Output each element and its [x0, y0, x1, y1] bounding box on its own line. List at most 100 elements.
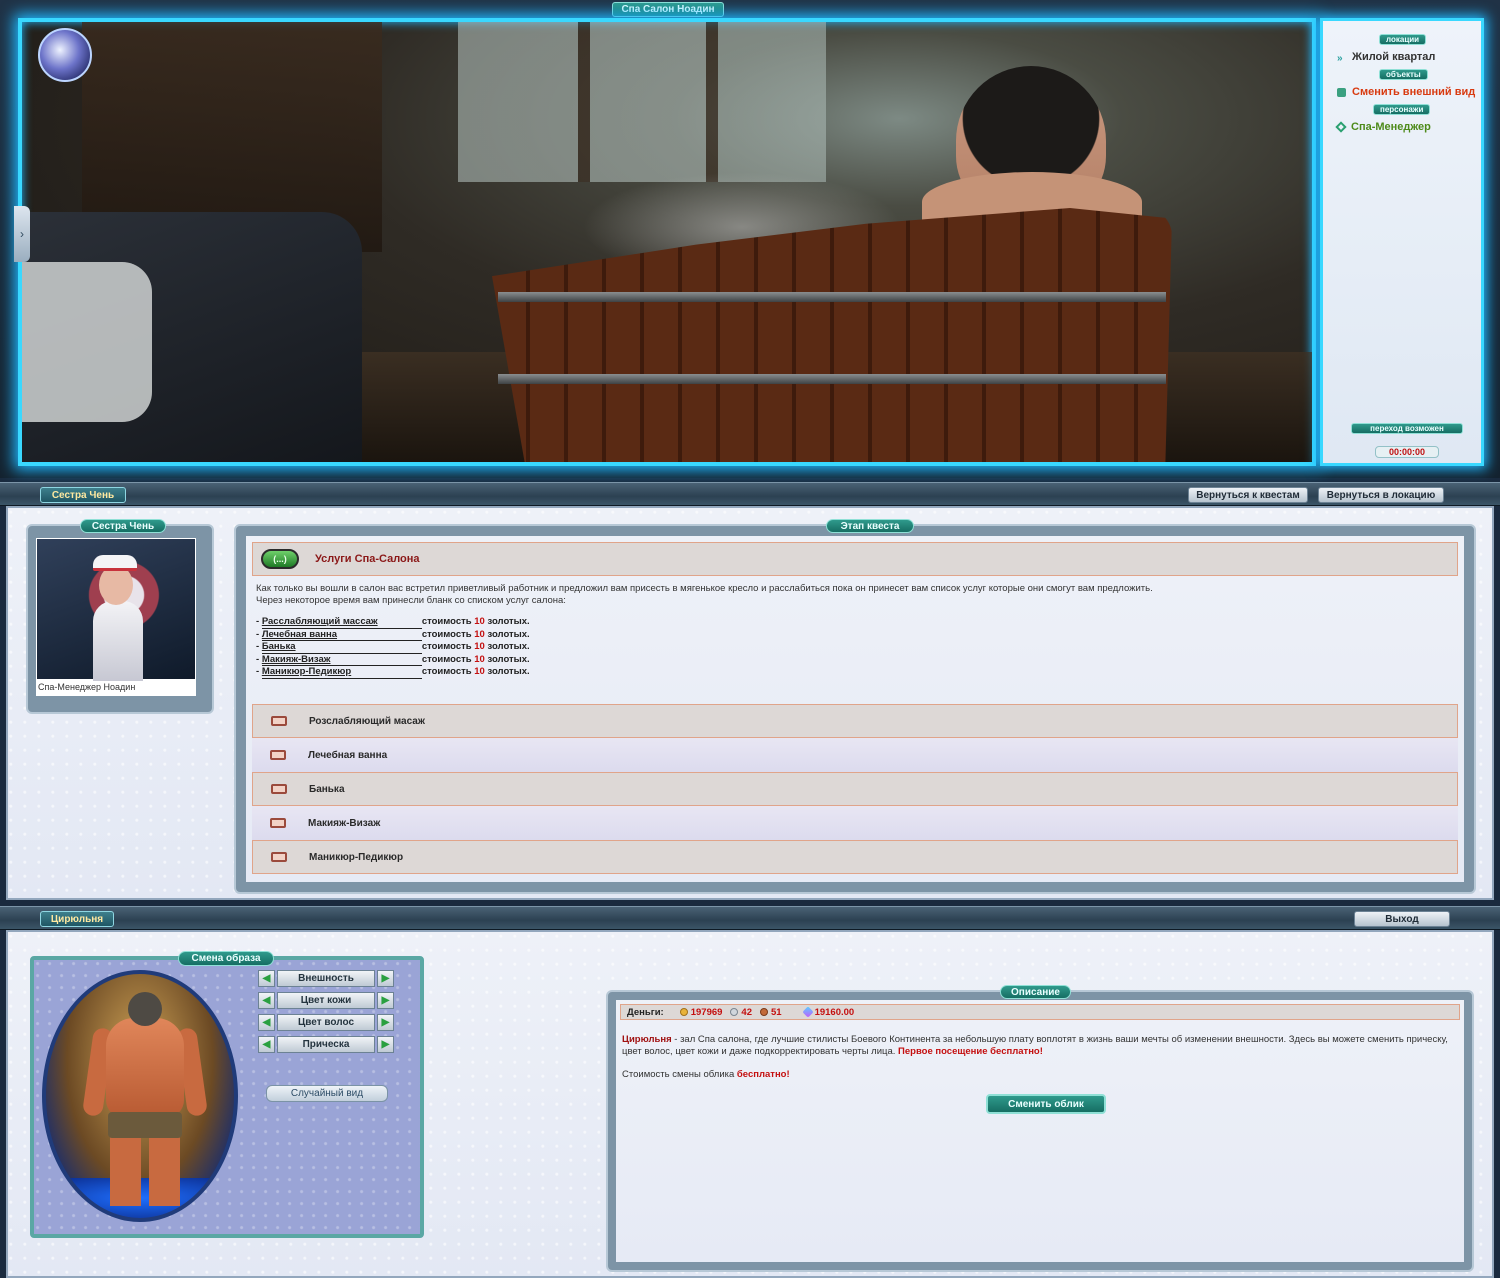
quest-title-row: (...) Услуги Спа-Салона	[252, 542, 1458, 576]
back-to-quests-button[interactable]: Вернуться к квестам	[1188, 487, 1308, 503]
random-look-button[interactable]: Случайный вид	[266, 1085, 388, 1102]
character-item-spa-manager[interactable]: Спа-Менеджер	[1335, 121, 1431, 133]
description-content: Деньги: 197969 42 51 19160.00 Цирюльня -…	[616, 1000, 1464, 1262]
quest-bar-title: Сестра Чень	[40, 487, 126, 503]
locations-panel: локации » Жилой квартал объекты Сменить …	[1320, 18, 1484, 466]
characters-header: персонажи	[1373, 104, 1431, 115]
quest-choice-label: Лечебная ванна	[308, 749, 388, 761]
service-cost-amount: 10	[474, 616, 485, 627]
service-cost-prefix: стоимость	[421, 653, 472, 665]
appearance-option-row: ◀ Цвет кожи ▶	[258, 992, 394, 1009]
barber-bar: Цирюльня Выход	[0, 906, 1500, 930]
service-name[interactable]: Макияж-Визаж	[261, 654, 422, 666]
scroll-icon	[270, 750, 286, 760]
service-cost-prefix: стоимость	[421, 666, 472, 677]
appearance-option-label: Цвет волос	[277, 1014, 375, 1031]
service-line: - Макияж-Визаж стоимость 10 золотых.	[256, 653, 1458, 666]
quest-choices: Розслабляющий масаж Лечебная ванна Банька М…	[252, 704, 1458, 874]
objects-header: объекты	[1379, 69, 1428, 80]
map-orb-icon[interactable]	[38, 28, 92, 82]
transition-status: переход возможен	[1351, 423, 1463, 434]
appearance-option-label: Прическа	[277, 1036, 375, 1053]
scene-area: Спа Салон Ноадин › локации » Жилой кварт…	[0, 0, 1500, 478]
scroll-icon	[271, 852, 287, 862]
npc-card: Сестра Чень Спа-Менеджер Ноадин	[26, 519, 214, 714]
service-line: - Лечебная ванна стоимость 10 золотых.	[256, 628, 1458, 641]
service-cost-amount: 10	[474, 653, 485, 665]
character-shorts	[108, 1112, 182, 1138]
quest-choice[interactable]: Макияж-Визаж	[252, 806, 1458, 840]
character-item-label: Спа-Менеджер	[1351, 121, 1431, 133]
service-name[interactable]: Маникюр-Педикюр	[261, 666, 422, 679]
change-look-button[interactable]: Сменить облик	[986, 1094, 1106, 1114]
description-panel: Описание Деньги: 197969 42 51 19160.00 Ц…	[606, 985, 1474, 1272]
first-visit-note: Первое посещение бесплатно!	[898, 1045, 1043, 1057]
service-cost-amount: 10	[474, 641, 485, 652]
barber-name: Цирюльня	[622, 1034, 672, 1045]
arrow-left-icon[interactable]: ◀	[258, 992, 275, 1009]
price-line: Стоимость смены облика бесплатно!	[620, 1069, 1460, 1080]
appearance-option-label: Внешность	[277, 970, 375, 987]
quest-text-line: Как только вы вошли в салон вас встретил…	[256, 583, 1153, 594]
arrow-icon: »	[1337, 52, 1343, 64]
npc-portrait[interactable]	[36, 538, 196, 681]
arrow-left-icon[interactable]: ◀	[258, 970, 275, 987]
gold-amount: 197969	[679, 1007, 722, 1018]
service-cost-prefix: стоимость	[421, 641, 472, 652]
quest-choice[interactable]: Банька	[252, 772, 1458, 806]
exit-button[interactable]: Выход	[1354, 911, 1450, 927]
gold-coin-icon	[679, 1008, 688, 1016]
door-icon	[1337, 87, 1346, 97]
appearance-option-row: ◀ Цвет волос ▶	[258, 1014, 394, 1031]
silver-coin-icon	[730, 1008, 739, 1016]
scroll-icon	[271, 784, 287, 794]
location-item-residential[interactable]: » Жилой квартал	[1337, 51, 1435, 64]
quest-choice[interactable]: Розслабляющий масаж	[252, 704, 1458, 738]
service-cost-amount: 10	[474, 628, 485, 640]
barber-description: Цирюльня - зал Спа салона, где лучшие ст…	[620, 1034, 1460, 1057]
quest-choice-label: Банька	[309, 783, 345, 795]
scene-collapse-handle[interactable]: ›	[14, 206, 30, 262]
scroll-icon	[270, 818, 286, 828]
crystal-value: 19160.00	[814, 1006, 855, 1018]
arrow-right-icon[interactable]: ▶	[377, 1036, 394, 1053]
service-name[interactable]: Лечебная ванна	[261, 629, 422, 641]
character-preview	[42, 970, 238, 1222]
service-cost-suffix: золотых.	[487, 641, 530, 652]
price-value: бесплатно!	[736, 1069, 790, 1080]
back-to-location-button[interactable]: Вернуться в локацию	[1318, 487, 1444, 503]
npc-caption: Спа-Менеджер Ноадин	[36, 680, 196, 696]
quest-bar: Сестра Чень Вернуться к квестам Вернутьс…	[0, 482, 1500, 506]
scene-pillow	[22, 262, 152, 422]
quest-dialog-icon: (...)	[261, 549, 299, 569]
service-name[interactable]: Банька	[261, 641, 422, 654]
appearance-option-label: Цвет кожи	[277, 992, 375, 1009]
silver-value: 42	[741, 1006, 752, 1018]
object-item-change-appearance[interactable]: Сменить внешний вид	[1337, 86, 1475, 98]
quest-panel: Этап квеста (...) Услуги Спа-Салона Как …	[234, 519, 1476, 894]
money-label: Деньги:	[627, 1006, 664, 1018]
service-cost-suffix: золотых.	[487, 666, 530, 677]
appearance-option-row: ◀ Внешность ▶	[258, 970, 394, 987]
service-name[interactable]: Расслабляющий масcаж	[261, 616, 422, 629]
arrow-right-icon[interactable]: ▶	[377, 992, 394, 1009]
diamond-icon	[1335, 121, 1347, 133]
service-cost-prefix: стоимость	[421, 628, 472, 640]
service-cost-prefix: стоимость	[421, 616, 472, 627]
quest-text-line: Через некоторое время вам принесли бланк…	[256, 594, 566, 606]
quest-section: Сестра Чень Спа-Менеджер Ноадин Этап кве…	[6, 506, 1494, 900]
copper-amount: 51	[760, 1007, 782, 1018]
arrow-left-icon[interactable]: ◀	[258, 1036, 275, 1053]
tub-hoop	[498, 292, 1166, 302]
arrow-right-icon[interactable]: ▶	[377, 1014, 394, 1031]
arrow-right-icon[interactable]: ▶	[377, 970, 394, 987]
npc-body	[93, 601, 143, 681]
scene-image	[18, 18, 1316, 466]
scroll-icon	[271, 716, 287, 726]
service-cost-suffix: золотых.	[487, 653, 530, 665]
price-text: Стоимость смены облика	[622, 1069, 737, 1080]
object-item-label: Сменить внешний вид	[1352, 86, 1476, 98]
quest-choice[interactable]: Маникюр-Педикюр	[252, 840, 1458, 874]
arrow-left-icon[interactable]: ◀	[258, 1014, 275, 1031]
quest-choice[interactable]: Лечебная ванна	[252, 738, 1458, 772]
